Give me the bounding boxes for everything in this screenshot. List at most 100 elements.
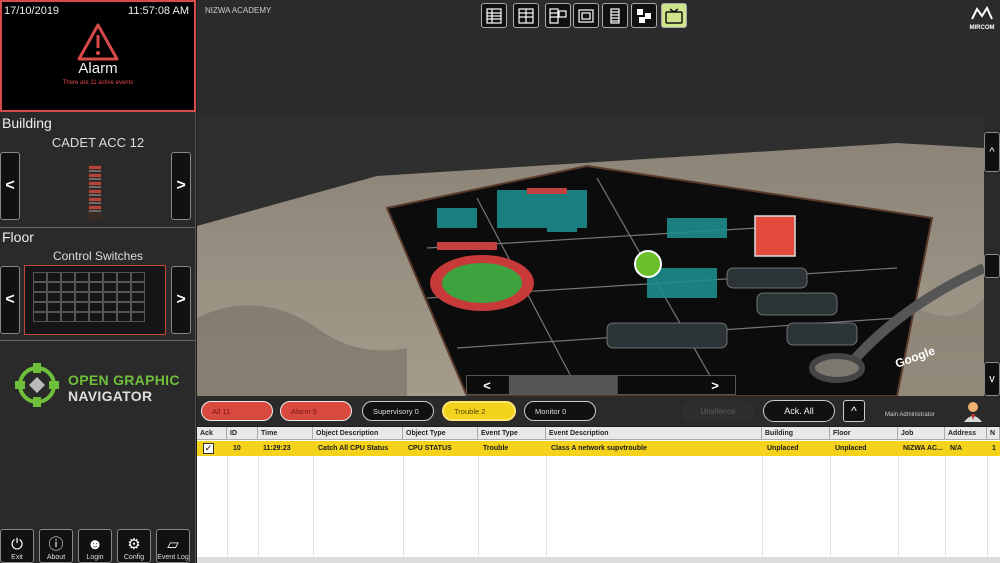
location-marker[interactable] <box>634 250 662 278</box>
table-row[interactable]: ✓ 10 11:29:23 Catch All CPU Status CPU S… <box>197 441 1000 456</box>
col-object-description[interactable]: Object Description <box>313 427 403 440</box>
map-view-button[interactable] <box>573 3 599 28</box>
column-divider <box>546 456 547 556</box>
login-label: Login <box>86 554 104 561</box>
horizontal-scrollbar[interactable] <box>197 557 1000 563</box>
left-panel: 17/10/2019 11:57:08 AM Alarm There are 1… <box>0 0 196 563</box>
col-address[interactable]: Address <box>945 427 987 440</box>
cell-time: 11:29:23 <box>263 445 291 452</box>
config-button[interactable]: ⚙ Config <box>117 529 151 563</box>
ack-checkbox[interactable]: ✓ <box>203 443 214 454</box>
map-thumbnail[interactable] <box>509 376 617 394</box>
cell-event-description: Class A network supvtrouble <box>551 445 647 452</box>
tv-view-button[interactable] <box>661 3 687 28</box>
alarm-title: Alarm <box>78 60 118 77</box>
column-divider <box>898 456 899 556</box>
floor-next-button[interactable]: > <box>171 266 191 334</box>
about-button[interactable]: ⓘ About <box>39 529 73 563</box>
filter-monitor-button[interactable]: Monitor 0 <box>524 401 596 421</box>
floor-grid-cell <box>47 272 61 282</box>
building-view-button[interactable] <box>602 3 628 28</box>
cell-event-type: Trouble <box>483 445 509 452</box>
floor-grid-cell <box>89 272 103 282</box>
config-label: Config <box>123 554 145 561</box>
filter-all-button[interactable]: All 11 <box>201 401 273 421</box>
map-view[interactable]: Google <box>197 118 984 396</box>
map-next-button[interactable]: > <box>695 376 735 394</box>
floor-grid-cell <box>75 272 89 282</box>
open-graphic-navigator-logo-icon <box>15 363 59 407</box>
ack-all-button[interactable]: Ack. All <box>763 400 835 422</box>
list-view-button[interactable] <box>481 3 507 28</box>
alarm-status-panel[interactable]: 17/10/2019 11:57:08 AM Alarm There are 1… <box>0 0 196 112</box>
floor-thumbnail[interactable] <box>24 265 166 335</box>
event-table: Ack ID Time Object Description Object Ty… <box>197 427 1000 563</box>
login-button[interactable]: ☻ Login <box>78 529 112 563</box>
exit-label: Exit <box>11 554 23 561</box>
exit-button[interactable]: ⏻ Exit <box>0 529 34 563</box>
alarm-marker[interactable] <box>754 215 796 257</box>
tiles-view-icon <box>637 8 651 23</box>
warning-icon <box>77 23 119 61</box>
col-id[interactable]: ID <box>227 427 258 440</box>
col-event-type[interactable]: Event Type <box>478 427 546 440</box>
tv-view-icon <box>665 7 683 24</box>
col-event-description[interactable]: Event Description <box>546 427 762 440</box>
map-down-button[interactable]: v <box>984 362 1000 396</box>
floor-grid-cell <box>47 282 61 292</box>
info-icon: ⓘ <box>48 536 64 553</box>
site-map-render[interactable]: Google <box>197 118 984 396</box>
list-map-view-button[interactable] <box>545 3 571 28</box>
col-floor[interactable]: Floor <box>830 427 898 440</box>
col-time[interactable]: Time <box>258 427 313 440</box>
filter-alarm-button[interactable]: Alarm 9 <box>280 401 352 421</box>
building-prev-button[interactable]: < <box>0 152 20 220</box>
user-name: Main Administrator <box>885 412 935 418</box>
top-bar: NIZWA ACADEMY MIRCOM <box>197 0 1000 118</box>
logo-text-line1: OPEN GRAPHIC <box>68 372 180 388</box>
building-view-icon <box>610 7 620 24</box>
building-name: CADET ACC 12 <box>51 135 145 150</box>
col-object-type[interactable]: Object Type <box>403 427 478 440</box>
building-next-button[interactable]: > <box>171 152 191 220</box>
floor-grid-cell <box>75 292 89 302</box>
col-n[interactable]: N <box>987 427 1000 440</box>
users-icon: ☻ <box>87 536 103 553</box>
event-log-button[interactable]: ▱ Event Log <box>156 529 190 563</box>
col-building[interactable]: Building <box>762 427 830 440</box>
floor-grid-cell <box>117 272 131 282</box>
map-prev-button[interactable]: < <box>467 376 507 394</box>
column-divider <box>762 456 763 556</box>
cell-job: NIZWA AC... <box>903 445 943 452</box>
site-name: NIZWA ACADEMY <box>205 6 272 15</box>
column-divider <box>403 456 404 556</box>
floor-grid-cell <box>103 272 117 282</box>
floor-grid-cell <box>103 302 117 312</box>
filter-trouble-button[interactable]: Trouble 2 <box>442 401 516 421</box>
floor-grid-cell <box>61 312 75 322</box>
vendor-name: MIRCOM <box>969 25 995 31</box>
floor-grid-cell <box>75 312 89 322</box>
col-job[interactable]: Job <box>898 427 945 440</box>
filter-supervisory-button[interactable]: Supervisory 0 <box>362 401 434 421</box>
floor-prev-button[interactable]: < <box>0 266 20 334</box>
building-thumbnail[interactable] <box>80 160 110 222</box>
alarm-date: 17/10/2019 <box>4 5 60 17</box>
column-divider <box>313 456 314 556</box>
map-level-indicator[interactable] <box>984 254 1000 278</box>
map-up-button[interactable]: ^ <box>984 132 1000 172</box>
floor-grid-cell <box>103 292 117 302</box>
unsilence-button[interactable]: Unsilence <box>681 401 755 421</box>
map-nav-slot[interactable] <box>617 376 695 394</box>
user-avatar-icon[interactable] <box>962 400 984 422</box>
expand-button[interactable]: ^ <box>843 400 865 422</box>
cell-floor: Unplaced <box>835 445 867 452</box>
col-ack[interactable]: Ack <box>197 427 227 440</box>
floor-grid-cell <box>61 272 75 282</box>
floor-grid-cell <box>47 312 61 322</box>
split-list-view-icon <box>518 7 534 24</box>
split-list-view-button[interactable] <box>513 3 539 28</box>
column-divider <box>987 456 988 556</box>
tiles-view-button[interactable] <box>631 3 657 28</box>
floor-grid-cell <box>131 302 145 312</box>
